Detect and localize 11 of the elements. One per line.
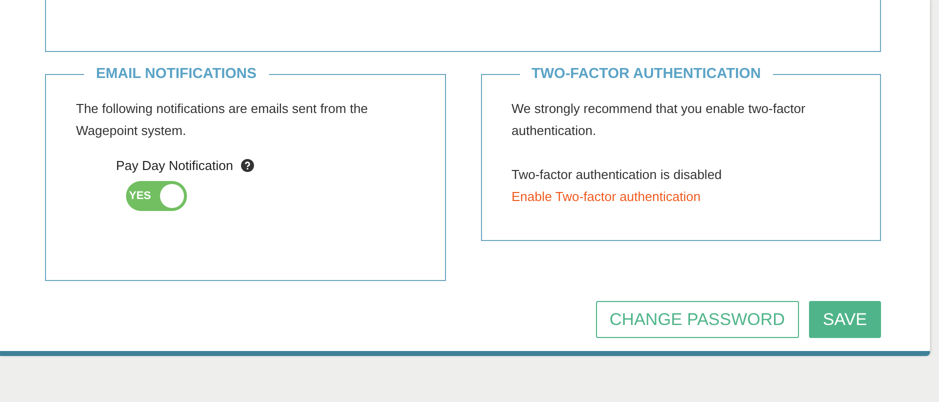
status-text: Two-factor authentication is disabled (512, 166, 723, 184)
section-title: EMAIL NOTIFICATIONS (95, 66, 258, 82)
save-button[interactable]: SAVE (808, 301, 881, 338)
setting-label: Pay Day Notification (116, 158, 234, 173)
help-icon[interactable] (241, 159, 254, 172)
description-text: The following notifications are emails sent from the Wagepoint system. (76, 100, 369, 140)
enable-link[interactable]: Enable Two-factor authentication (512, 186, 701, 208)
toggle-switch[interactable]: YES (126, 181, 187, 211)
section-title: TWO-FACTOR AUTHENTICATION (530, 66, 762, 82)
description-text: We strongly recommend that you enable two-factor authentication. (512, 100, 806, 140)
change-password-button[interactable]: CHANGE PASSWORD (596, 301, 799, 338)
